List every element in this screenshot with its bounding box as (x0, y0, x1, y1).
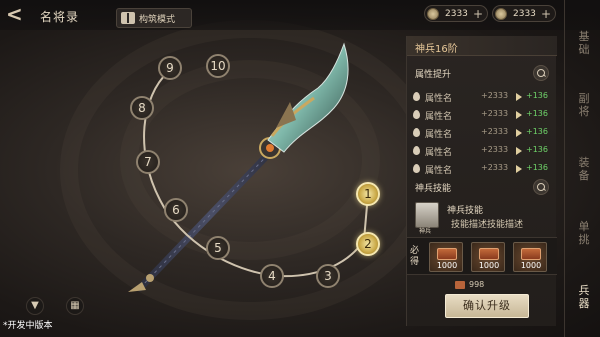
tab-divider (564, 0, 565, 337)
tab-label: 单挑 (578, 220, 590, 246)
attr-detail-search-icon[interactable] (533, 65, 549, 81)
currency-1: 2333 + (424, 5, 488, 22)
stock-value: 998 (469, 280, 485, 289)
back-arrow-icon[interactable]: < (6, 4, 28, 26)
attr-name: 属性名 (425, 166, 453, 176)
attr-row: 属性名 +2333 +136 (413, 144, 553, 158)
attr-drop-icon (413, 146, 420, 155)
tab-deputy[interactable]: 副将 (570, 92, 598, 118)
dev-version-note: *开发中版本 (3, 321, 53, 331)
material-icon (455, 281, 465, 289)
currency-value: 2333 (513, 9, 536, 19)
attr-name: 属性名 (425, 130, 453, 140)
attr-value: +2333 (481, 91, 509, 100)
material-slot[interactable]: 1000 (429, 242, 463, 272)
skill-description: 技能描述技能描述 (451, 220, 524, 230)
tier-node-8[interactable]: 8 (130, 96, 154, 120)
tab-label: 副将 (578, 92, 590, 118)
filter-icon[interactable]: ▼ (26, 297, 44, 315)
cost-strip: 必得 1000 1000 1000 (407, 237, 557, 275)
attr-gain: +136 (526, 127, 548, 136)
book-icon (121, 12, 135, 24)
attr-gain: +136 (526, 109, 548, 118)
tier-node-6[interactable]: 6 (164, 198, 188, 222)
tier-node-2[interactable]: 2 (356, 232, 380, 256)
skill-section-header: 神兵技能 (411, 178, 553, 196)
tab-label: 兵器 (578, 284, 590, 310)
weapon-butt-ring (146, 274, 154, 282)
arrow-right-icon (516, 129, 522, 137)
panel-title-bar: 神兵16阶 (407, 36, 557, 56)
currency-value: 2333 (445, 9, 468, 19)
page-title: 名将录 (40, 10, 80, 24)
attr-row: 属性名 +2333 +136 (413, 162, 553, 176)
attr-name: 属性名 (425, 148, 453, 158)
attr-row: 属性名 +2333 +136 (413, 108, 553, 122)
tier-node-10[interactable]: 10 (206, 54, 230, 78)
top-bar: < 名将录 构筑模式 2333 + 2333 + (0, 0, 600, 30)
upgrade-panel: 神兵16阶 属性提升 属性名 +2333 +136 属性名 +2333 +136… (406, 36, 557, 326)
attr-drop-icon (413, 128, 420, 137)
chest-icon (437, 248, 457, 260)
attr-drop-icon (413, 164, 420, 173)
arrow-right-icon (516, 165, 522, 173)
material-slot[interactable]: 1000 (513, 242, 547, 272)
weapon-gem (266, 144, 274, 152)
material-slot[interactable]: 1000 (471, 242, 505, 272)
tab-duel[interactable]: 单挑 (570, 220, 598, 246)
tier-node-9[interactable]: 9 (158, 56, 182, 80)
skill-tag: 神兵 (419, 228, 432, 235)
attr-drop-icon (413, 92, 420, 101)
tab-label: 装备 (578, 156, 590, 182)
attr-row: 属性名 +2333 +136 (413, 126, 553, 140)
confirm-upgrade-button[interactable]: 确认升级 (445, 294, 529, 318)
skill-detail-search-icon[interactable] (533, 179, 549, 195)
material-count: 1000 (436, 261, 458, 270)
material-count: 1000 (478, 261, 500, 270)
add-currency-button[interactable]: + (473, 7, 483, 21)
add-currency-button[interactable]: + (541, 7, 551, 21)
arrow-right-icon (516, 147, 522, 155)
tier-node-4[interactable]: 4 (260, 264, 284, 288)
attr-gain: +136 (526, 145, 548, 154)
attr-section-header: 属性提升 (411, 64, 553, 82)
skill-name: 神兵技能 (447, 206, 484, 216)
tab-weapon[interactable]: 兵器 (570, 284, 598, 310)
attr-name: 属性名 (425, 94, 453, 104)
attr-value: +2333 (481, 127, 509, 136)
tab-equipment[interactable]: 装备 (570, 156, 598, 182)
tier-node-5[interactable]: 5 (206, 236, 230, 260)
arrow-right-icon (516, 111, 522, 119)
attr-name: 属性名 (425, 112, 453, 122)
coin-icon (495, 8, 507, 20)
tier-node-3[interactable]: 3 (316, 264, 340, 288)
game-screen: < 名将录 构筑模式 2333 + 2333 + 1 2 3 4 5 6 7 8… (0, 0, 600, 337)
skill-icon[interactable] (415, 202, 439, 228)
coin-icon (427, 8, 439, 20)
arrow-right-icon (516, 93, 522, 101)
attr-gain: +136 (526, 163, 548, 172)
skill-section-label: 神兵技能 (415, 184, 452, 194)
tab-label: 基础 (578, 30, 590, 56)
attr-section-label: 属性提升 (415, 70, 452, 80)
material-count: 1000 (520, 261, 542, 270)
attr-gain: +136 (526, 91, 548, 100)
attr-row: 属性名 +2333 +136 (413, 90, 553, 104)
guaranteed-label: 必得 (410, 246, 420, 267)
build-mode-label: 构筑模式 (139, 14, 176, 25)
grid-icon[interactable]: ▦ (66, 297, 84, 315)
tier-node-1[interactable]: 1 (356, 182, 380, 206)
attr-value: +2333 (481, 145, 509, 154)
tier-node-7[interactable]: 7 (136, 150, 160, 174)
weapon-blade (267, 42, 349, 153)
attr-value: +2333 (481, 109, 509, 118)
attr-drop-icon (413, 110, 420, 119)
build-mode-button[interactable]: 构筑模式 (116, 8, 192, 28)
attr-value: +2333 (481, 163, 509, 172)
chest-icon (479, 248, 499, 260)
currency-2: 2333 + (492, 5, 556, 22)
weapon-tier-title: 神兵16阶 (415, 44, 458, 55)
chest-icon (521, 248, 541, 260)
tab-basic[interactable]: 基础 (570, 30, 598, 56)
